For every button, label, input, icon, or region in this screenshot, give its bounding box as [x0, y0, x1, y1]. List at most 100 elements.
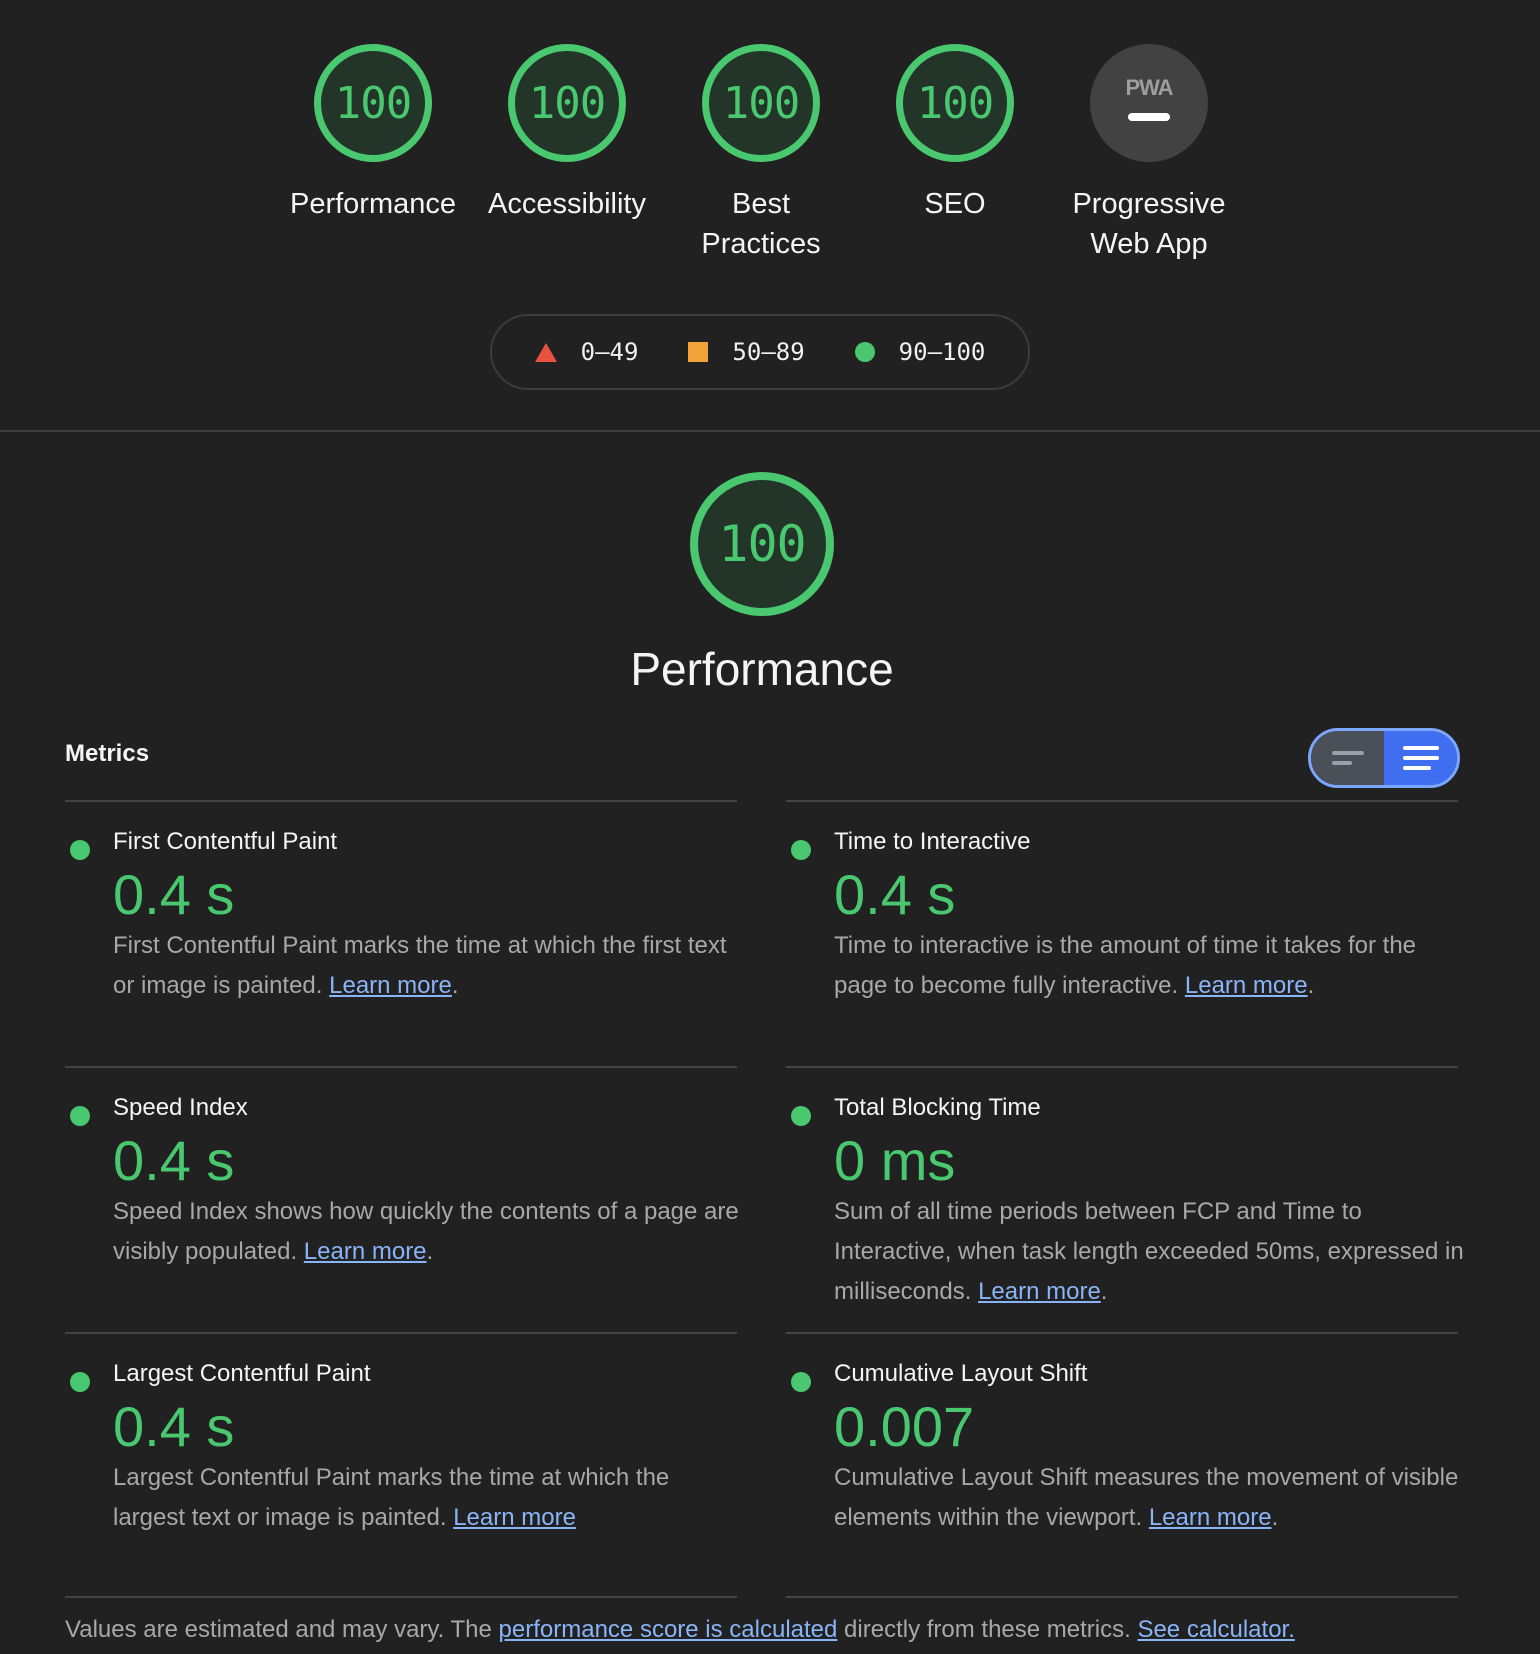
legend-fail-range: 0–49 — [580, 338, 639, 366]
gauge-score: 100 — [916, 77, 994, 129]
pass-dot-icon — [70, 840, 90, 860]
metric-divider — [65, 1066, 737, 1068]
metric-value: 0 ms — [834, 1129, 956, 1192]
metric-time-to-interactive: Time to Interactive 0.4 s Time to intera… — [786, 800, 1458, 1066]
metric-description: Cumulative Layout Shift measures the mov… — [834, 1458, 1464, 1538]
metric-description: First Contentful Paint marks the time at… — [113, 926, 743, 1006]
metric-total-blocking-time: Total Blocking Time 0 ms Sum of all time… — [786, 1066, 1464, 1332]
gauge-performance[interactable]: 100 Performance — [278, 44, 468, 224]
footer-note: Values are estimated and may vary. The p… — [65, 1616, 1295, 1644]
metric-value: 0.4 s — [113, 863, 235, 926]
metric-divider — [65, 1332, 737, 1334]
pass-dot-icon — [70, 1372, 90, 1392]
metric-value: 0.4 s — [113, 1129, 235, 1192]
pass-dot-icon — [791, 1106, 811, 1126]
see-calculator-link[interactable]: See calculator. — [1137, 1616, 1294, 1643]
legend-average-range: 50–89 — [732, 338, 805, 366]
metric-title: Time to Interactive — [834, 828, 1031, 855]
gauge-label: Progressive Web App — [1072, 188, 1226, 260]
score-legend: 0–49 50–89 90–100 — [490, 314, 1030, 390]
legend-pass: 90–100 — [854, 338, 986, 366]
pass-dot-icon — [791, 1372, 811, 1392]
gauge-label: SEO — [924, 188, 986, 220]
metric-description-text: Largest Contentful Paint marks the time … — [113, 1464, 670, 1531]
legend-average: 50–89 — [688, 338, 805, 366]
triangle-icon — [534, 342, 557, 362]
category-gauges: 100 Performance 100 Accessibility 100 Be… — [0, 44, 1540, 284]
score-calculation-link[interactable]: performance score is calculated — [499, 1616, 838, 1643]
square-icon — [688, 342, 709, 362]
long-lines-icon — [1402, 746, 1439, 750]
gauge-label: Accessibility — [488, 188, 646, 220]
metric-largest-contentful-paint: Largest Contentful Paint 0.4 s Largest C… — [65, 1332, 737, 1596]
footer-middle: directly from these metrics. — [837, 1616, 1138, 1643]
metric-value: 0.007 — [834, 1395, 975, 1458]
pwa-logo: PWA — [1125, 75, 1173, 100]
long-lines-icon-bar — [1402, 756, 1439, 760]
gauge-score: 100 — [528, 77, 606, 129]
metric-divider — [786, 1066, 1458, 1068]
short-lines-icon — [1331, 751, 1364, 755]
desc-period: . — [1271, 1504, 1279, 1531]
metric-cumulative-layout-shift: Cumulative Layout Shift 0.007 Cumulative… — [786, 1332, 1458, 1596]
metric-divider — [786, 800, 1458, 802]
footer-prefix: Values are estimated and may vary. The — [65, 1616, 499, 1643]
circle-icon — [854, 342, 875, 362]
metric-title: Largest Contentful Paint — [113, 1360, 371, 1387]
metric-value: 0.4 s — [834, 863, 956, 926]
performance-title: Performance — [630, 643, 894, 695]
performance-score: 100 — [718, 515, 806, 573]
learn-more-link[interactable]: Learn more — [1149, 1504, 1272, 1531]
desc-period: . — [451, 972, 459, 999]
gauge-ring: 100 — [896, 44, 1014, 162]
metric-divider — [65, 1596, 737, 1598]
gauge-ring: 100 — [508, 44, 626, 162]
gauge-accessibility[interactable]: 100 Accessibility — [472, 44, 662, 224]
metric-divider — [786, 1332, 1458, 1334]
section-divider — [0, 430, 1540, 432]
gauge-label: Best Practices — [701, 188, 821, 260]
learn-more-link[interactable]: Learn more — [329, 972, 452, 999]
pwa-badge-icon: PWA — [1090, 44, 1208, 162]
metric-speed-index: Speed Index 0.4 s Speed Index shows how … — [65, 1066, 739, 1332]
metric-title: First Contentful Paint — [113, 828, 338, 855]
metric-divider — [65, 800, 737, 802]
gauge-ring: 100 — [314, 44, 432, 162]
learn-more-link[interactable]: Learn more — [453, 1504, 576, 1531]
short-lines-icon-bar — [1331, 761, 1352, 765]
metric-title: Cumulative Layout Shift — [834, 1360, 1088, 1387]
metric-description-text: Cumulative Layout Shift measures the mov… — [834, 1464, 1459, 1531]
gauge-seo[interactable]: 100 SEO — [860, 44, 1050, 224]
metric-description-text: Time to interactive is the amount of tim… — [834, 932, 1417, 999]
expand-view-button[interactable] — [1384, 731, 1457, 785]
metrics-heading: Metrics — [65, 740, 150, 767]
legend-fail: 0–49 — [534, 338, 639, 366]
desc-period: . — [1307, 972, 1315, 999]
metric-divider — [786, 1596, 1458, 1598]
metric-first-contentful-paint: First Contentful Paint 0.4 s First Conte… — [65, 800, 737, 1066]
metric-title: Speed Index — [113, 1094, 248, 1121]
metrics-view-toggle[interactable] — [1308, 728, 1460, 788]
gauge-label: Performance — [289, 188, 456, 220]
gauge-score: 100 — [722, 77, 800, 129]
pwa-dash-icon — [1128, 113, 1170, 121]
legend-pass-range: 90–100 — [898, 338, 986, 366]
metric-description: Sum of all time periods between FCP and … — [834, 1192, 1464, 1312]
gauge-ring: 100 — [702, 44, 820, 162]
learn-more-link[interactable]: Learn more — [304, 1238, 427, 1265]
long-lines-icon-bar — [1402, 766, 1431, 770]
desc-period: . — [426, 1238, 434, 1265]
metric-description: Time to interactive is the amount of tim… — [834, 926, 1464, 1006]
gauge-pwa[interactable]: PWA Progressive Web App — [1054, 44, 1244, 264]
metric-description-text: Sum of all time periods between FCP and … — [834, 1198, 1464, 1305]
pass-dot-icon — [791, 840, 811, 860]
metric-description: Speed Index shows how quickly the conten… — [113, 1192, 743, 1272]
metric-title: Total Blocking Time — [834, 1094, 1041, 1121]
desc-period: . — [1100, 1278, 1108, 1305]
collapse-view-button[interactable] — [1311, 731, 1384, 785]
gauge-score: 100 — [334, 77, 412, 129]
learn-more-link[interactable]: Learn more — [1185, 972, 1308, 999]
learn-more-link[interactable]: Learn more — [978, 1278, 1101, 1305]
pass-dot-icon — [70, 1106, 90, 1126]
gauge-best-practices[interactable]: 100 Best Practices — [666, 44, 856, 264]
